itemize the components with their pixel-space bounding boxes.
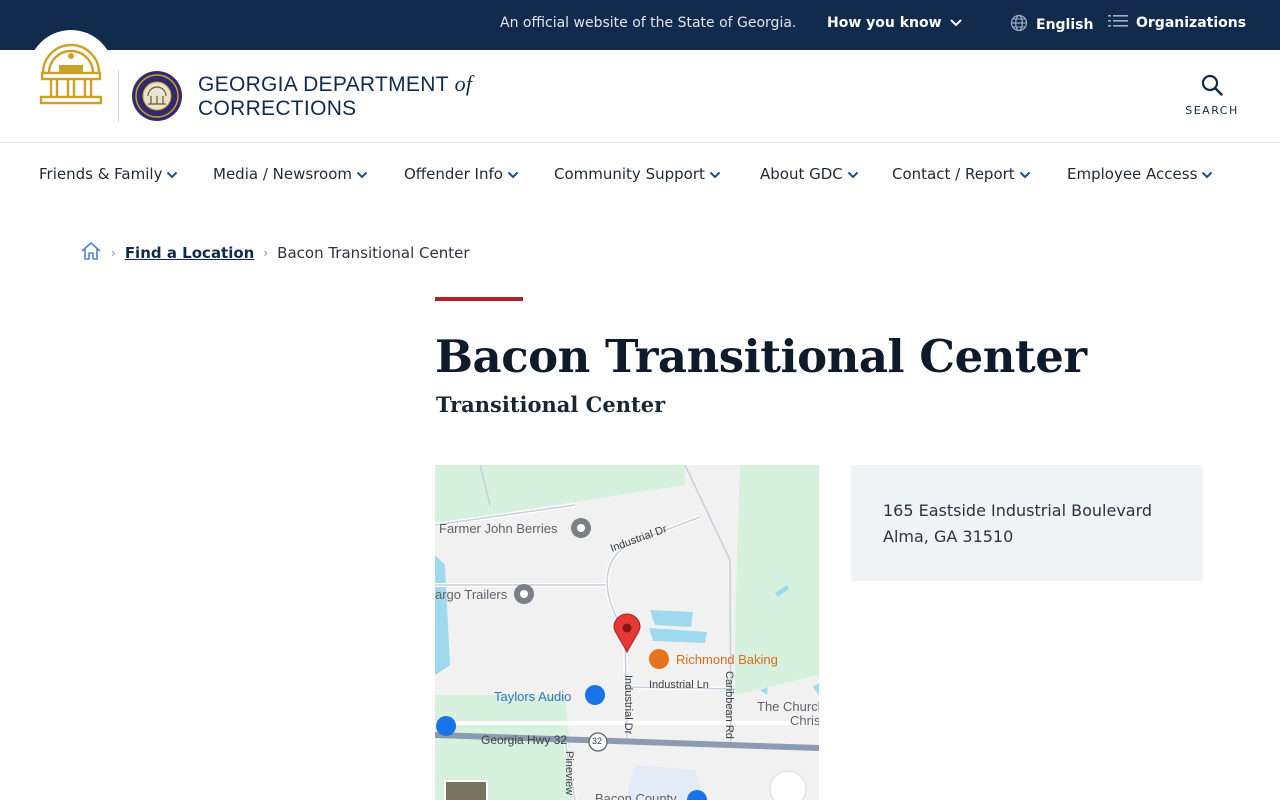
street-view-thumbnail[interactable]: [445, 781, 487, 800]
map-highway-shield: 32: [592, 736, 603, 746]
nav-community-support[interactable]: Community Support: [554, 165, 721, 183]
page-title: Bacon Transitional Center: [435, 330, 1087, 383]
breadcrumb-separator-icon: ›: [263, 246, 269, 260]
language-selector[interactable]: English: [1010, 14, 1093, 36]
how-you-know-label: How you know: [827, 15, 942, 31]
nav-item-label: Offender Info: [404, 165, 503, 183]
agency-name-line1: GEORGIA DEPARTMENT: [198, 73, 449, 96]
nav-item-label: Media / Newsroom: [213, 165, 352, 183]
nav-item-label: Contact / Report: [892, 165, 1015, 183]
organizations-label: Organizations: [1136, 15, 1247, 31]
chevron-down-icon: [356, 165, 368, 183]
site-header: GEORGIA DEPARTMENT of CORRECTIONS SEARCH: [0, 30, 1280, 143]
search-icon: [1201, 74, 1223, 100]
nav-item-label: Friends & Family: [39, 165, 163, 183]
how-you-know-button[interactable]: How you know: [827, 15, 962, 31]
address-line1: 165 Eastside Industrial Boulevard: [883, 501, 1153, 520]
list-icon: [1108, 14, 1128, 32]
chevron-down-icon: [507, 165, 519, 183]
breadcrumb-separator-icon: ›: [111, 246, 116, 260]
official-website-text: An official website of the State of Geor…: [500, 15, 797, 31]
chevron-down-icon: [1019, 165, 1031, 183]
language-label: English: [1036, 17, 1094, 33]
nav-item-label: Community Support: [554, 165, 705, 183]
map-canvas: [435, 465, 819, 800]
nav-item-label: About GDC: [760, 165, 843, 183]
map-road-label: Pineview: [563, 751, 575, 796]
address-line2: Alma, GA 31510: [883, 527, 1014, 546]
nav-contact-report[interactable]: Contact / Report: [892, 165, 1031, 183]
home-icon[interactable]: [80, 241, 102, 265]
page-subtitle: Transitional Center: [436, 392, 666, 417]
map-fullscreen-icon[interactable]: [770, 771, 806, 800]
nav-friends-family[interactable]: Friends & Family: [39, 165, 178, 183]
agency-name[interactable]: GEORGIA DEPARTMENT of CORRECTIONS: [198, 72, 472, 121]
search-label: SEARCH: [1185, 104, 1239, 117]
georgia-seal-logo[interactable]: [28, 30, 114, 116]
map-poi-label[interactable]: Farmer John Berries: [439, 521, 557, 536]
gdc-seal-logo[interactable]: [131, 70, 183, 126]
map-road-label: Industrial Ln: [649, 679, 709, 691]
map-poi-label[interactable]: Richmond Baking: [676, 652, 778, 667]
chevron-down-icon: [847, 165, 859, 183]
chevron-down-icon: [166, 165, 178, 183]
chevron-down-icon: [1201, 165, 1213, 183]
organizations-link[interactable]: Organizations: [1108, 14, 1246, 32]
search-button[interactable]: SEARCH: [1180, 74, 1244, 117]
nav-employee-access[interactable]: Employee Access: [1067, 165, 1213, 183]
nav-about-gdc[interactable]: About GDC: [760, 165, 859, 183]
map-road-label: Caribbean Rd: [723, 671, 735, 739]
breadcrumb-current: Bacon Transitional Center: [277, 244, 470, 262]
logo-divider: [118, 70, 119, 122]
map-poi-label[interactable]: Taylors Audio: [494, 689, 571, 704]
title-accent-line: [435, 297, 523, 301]
agency-name-line2: CORRECTIONS: [198, 97, 357, 120]
address-card: 165 Eastside Industrial Boulevard Alma, …: [851, 465, 1203, 581]
nav-item-label: Employee Access: [1067, 165, 1198, 183]
map-poi-label: Christ: [790, 713, 819, 728]
map-road-label: Industrial Dr: [622, 675, 634, 735]
map-poi-label[interactable]: The Church: [757, 699, 819, 714]
map-road-label: Georgia Hwy 32: [481, 733, 568, 747]
main-navigation: Friends & Family Media / Newsroom Offend…: [0, 143, 1280, 205]
nav-offender-info[interactable]: Offender Info: [404, 165, 519, 183]
chevron-down-icon: [949, 15, 962, 31]
map-poi-label[interactable]: Bacon County: [595, 791, 677, 800]
globe-icon: [1010, 14, 1028, 36]
breadcrumb-find-location-link[interactable]: Find a Location: [125, 244, 255, 262]
gdc-seal-icon: [132, 71, 182, 121]
official-banner: An official website of the State of Geor…: [0, 0, 1280, 50]
chevron-down-icon: [709, 165, 721, 183]
nav-media-newsroom[interactable]: Media / Newsroom: [213, 165, 368, 183]
map-poi-label[interactable]: argo Trailers: [435, 587, 507, 602]
location-map[interactable]: Farmer John Berries argo Trailers Richmo…: [435, 465, 819, 800]
agency-name-of: of: [454, 71, 473, 96]
breadcrumb: › Find a Location › Bacon Transitional C…: [80, 241, 470, 265]
georgia-arch-icon: [39, 43, 103, 105]
